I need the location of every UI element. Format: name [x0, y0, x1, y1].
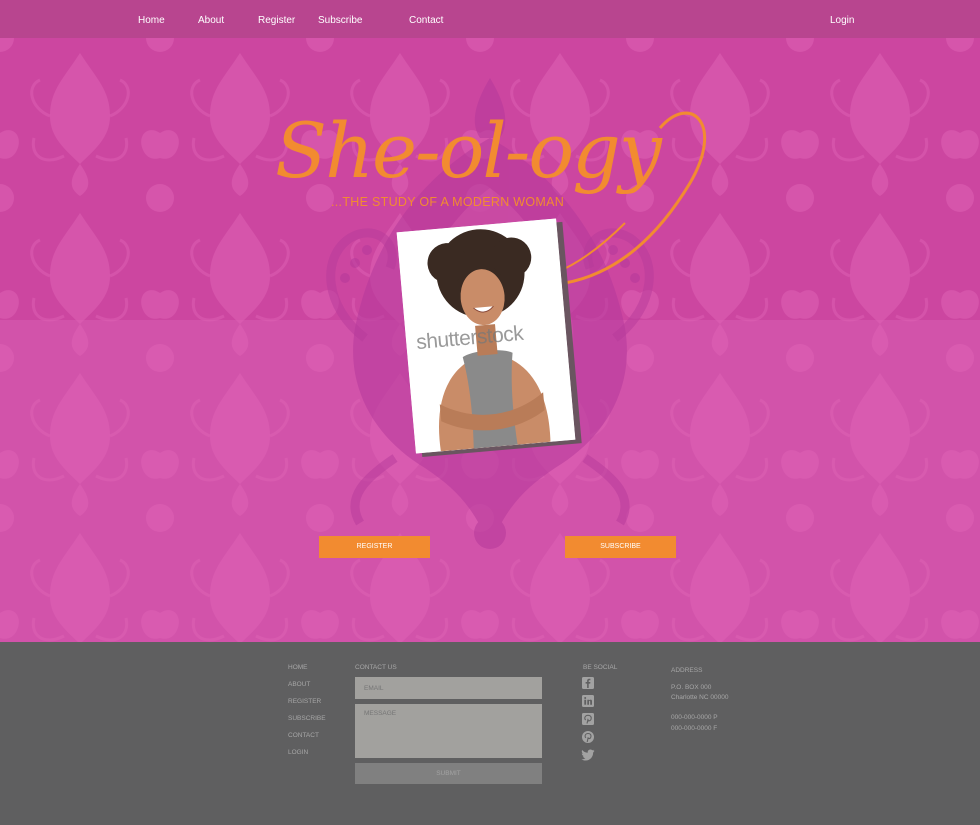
address-line-1: P.O. BOX 000 — [671, 684, 712, 691]
top-nav: Home About Register Subscribe Contact Lo… — [0, 0, 980, 38]
footer-link-register[interactable]: REGISTER — [288, 698, 321, 705]
nav-home[interactable]: Home — [138, 15, 165, 26]
footer-link-home[interactable]: HOME — [288, 664, 308, 671]
photo-frame: shutterstock — [396, 218, 576, 454]
fax-number: 000-000-0000 F — [671, 725, 718, 732]
subscribe-button[interactable]: SUBSCRIBE — [565, 536, 676, 558]
nav-about[interactable]: About — [198, 15, 224, 26]
footer-link-about[interactable]: ABOUT — [288, 681, 310, 688]
nav-login[interactable]: Login — [830, 15, 854, 26]
email-field[interactable] — [355, 677, 542, 699]
nav-contact[interactable]: Contact — [409, 15, 443, 26]
linkedin-icon[interactable] — [582, 695, 594, 707]
footer-link-contact[interactable]: CONTACT — [288, 732, 319, 739]
phone-number: 000-000-0000 P — [671, 714, 718, 721]
facebook-icon[interactable] — [582, 677, 594, 689]
site-tagline: ...THE STUDY OF A MODERN WOMAN — [331, 195, 565, 209]
submit-button[interactable]: SUBMIT — [355, 763, 542, 784]
social-heading: BE SOCIAL — [583, 664, 618, 671]
address-line-2: Charlotte NC 00000 — [671, 694, 729, 701]
hero-section: She-ol-ogy ...THE STUDY OF A MODERN WOMA… — [0, 38, 980, 642]
nav-subscribe[interactable]: Subscribe — [318, 15, 362, 26]
pinterest-square-icon[interactable] — [582, 713, 594, 725]
footer-link-subscribe[interactable]: SUBSCRIBE — [288, 715, 326, 722]
portrait-photo: shutterstock — [396, 218, 582, 458]
nav-register[interactable]: Register — [258, 15, 295, 26]
register-button[interactable]: REGISTER — [319, 536, 430, 558]
message-field[interactable] — [355, 704, 542, 758]
contact-heading: CONTACT US — [355, 664, 397, 671]
footer: HOME ABOUT REGISTER SUBSCRIBE CONTACT LO… — [0, 642, 980, 825]
footer-link-login[interactable]: LOGIN — [288, 749, 308, 756]
twitter-icon[interactable] — [581, 749, 595, 761]
address-heading: ADDRESS — [671, 667, 703, 674]
pinterest-icon[interactable] — [582, 731, 594, 743]
